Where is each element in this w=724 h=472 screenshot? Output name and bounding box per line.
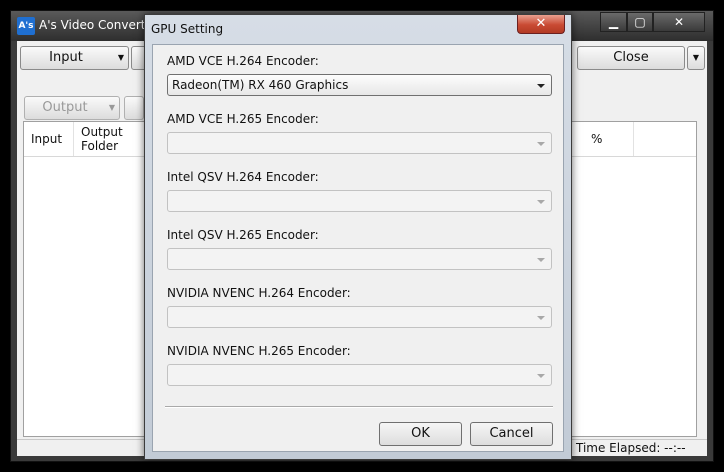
chevron-down-icon xyxy=(534,309,548,325)
chevron-down-icon xyxy=(534,193,548,209)
intel-h265-select[interactable] xyxy=(167,248,552,270)
chevron-down-icon xyxy=(534,135,548,151)
amd-h264-select[interactable]: Radeon(TM) RX 460 Graphics xyxy=(167,74,552,96)
column-header-output-folder-label: Output Folder xyxy=(81,125,123,153)
input-button-label: Input xyxy=(49,50,83,65)
dropdown-arrow-icon: ▼ xyxy=(108,103,115,112)
amd-h265-label: AMD VCE H.265 Encoder: xyxy=(167,112,319,126)
dialog-title: GPU Setting xyxy=(151,22,224,36)
amd-h264-value: Radeon(TM) RX 460 Graphics xyxy=(172,78,349,92)
main-window-title: A's Video Converter xyxy=(39,18,158,32)
chevron-down-icon xyxy=(534,251,548,267)
input-button[interactable]: Input ▼ xyxy=(20,46,129,70)
amd-h265-select[interactable] xyxy=(167,132,552,154)
dialog-close-button[interactable]: ✕ xyxy=(517,15,565,34)
dropdown-arrow-icon: ▼ xyxy=(117,53,124,62)
close-icon: ✕ xyxy=(673,15,685,29)
column-header-input[interactable]: Input xyxy=(24,122,74,156)
output-option-button[interactable] xyxy=(124,96,144,120)
nvidia-h264-select[interactable] xyxy=(167,306,552,328)
cancel-button[interactable]: Cancel xyxy=(470,422,553,446)
chevron-down-icon xyxy=(534,367,548,383)
dialog-content: AMD VCE H.264 Encoder: Radeon(TM) RX 460… xyxy=(152,44,564,452)
nvidia-h265-select[interactable] xyxy=(167,364,552,386)
intel-h264-select[interactable] xyxy=(167,190,552,212)
column-header-blank[interactable] xyxy=(634,122,698,156)
main-close-button[interactable]: ✕ xyxy=(653,12,705,32)
intel-h264-label: Intel QSV H.264 Encoder: xyxy=(167,170,319,184)
output-button-label: Output xyxy=(42,100,88,115)
gpu-setting-dialog: GPU Setting ✕ AMD VCE H.264 Encoder: Rad… xyxy=(144,14,572,460)
column-header-percent[interactable]: % xyxy=(584,122,634,156)
app-logo-icon: A's xyxy=(17,17,35,35)
dialog-divider xyxy=(165,406,553,408)
minimize-button[interactable]: ▁ xyxy=(600,12,627,32)
column-header-output-folder[interactable]: Output Folder xyxy=(74,122,154,156)
maximize-icon: ▢ xyxy=(634,15,646,29)
time-elapsed-text: Time Elapsed: --:-- xyxy=(576,441,686,455)
intel-h265-label: Intel QSV H.265 Encoder: xyxy=(167,228,319,242)
nvidia-h264-label: NVIDIA NVENC H.264 Encoder: xyxy=(167,286,351,300)
chevron-down-icon xyxy=(534,77,548,93)
minimize-icon: ▁ xyxy=(608,15,619,29)
ok-button[interactable]: OK xyxy=(379,422,462,446)
close-icon: ✕ xyxy=(535,16,547,31)
nvidia-h265-label: NVIDIA NVENC H.265 Encoder: xyxy=(167,344,351,358)
close-app-button[interactable]: Close xyxy=(577,46,685,70)
amd-h264-label: AMD VCE H.264 Encoder: xyxy=(167,54,319,68)
maximize-button[interactable]: ▢ xyxy=(627,12,653,32)
output-button[interactable]: Output ▼ xyxy=(24,96,120,120)
close-menu-dropdown-icon[interactable]: ▼ xyxy=(687,46,705,70)
